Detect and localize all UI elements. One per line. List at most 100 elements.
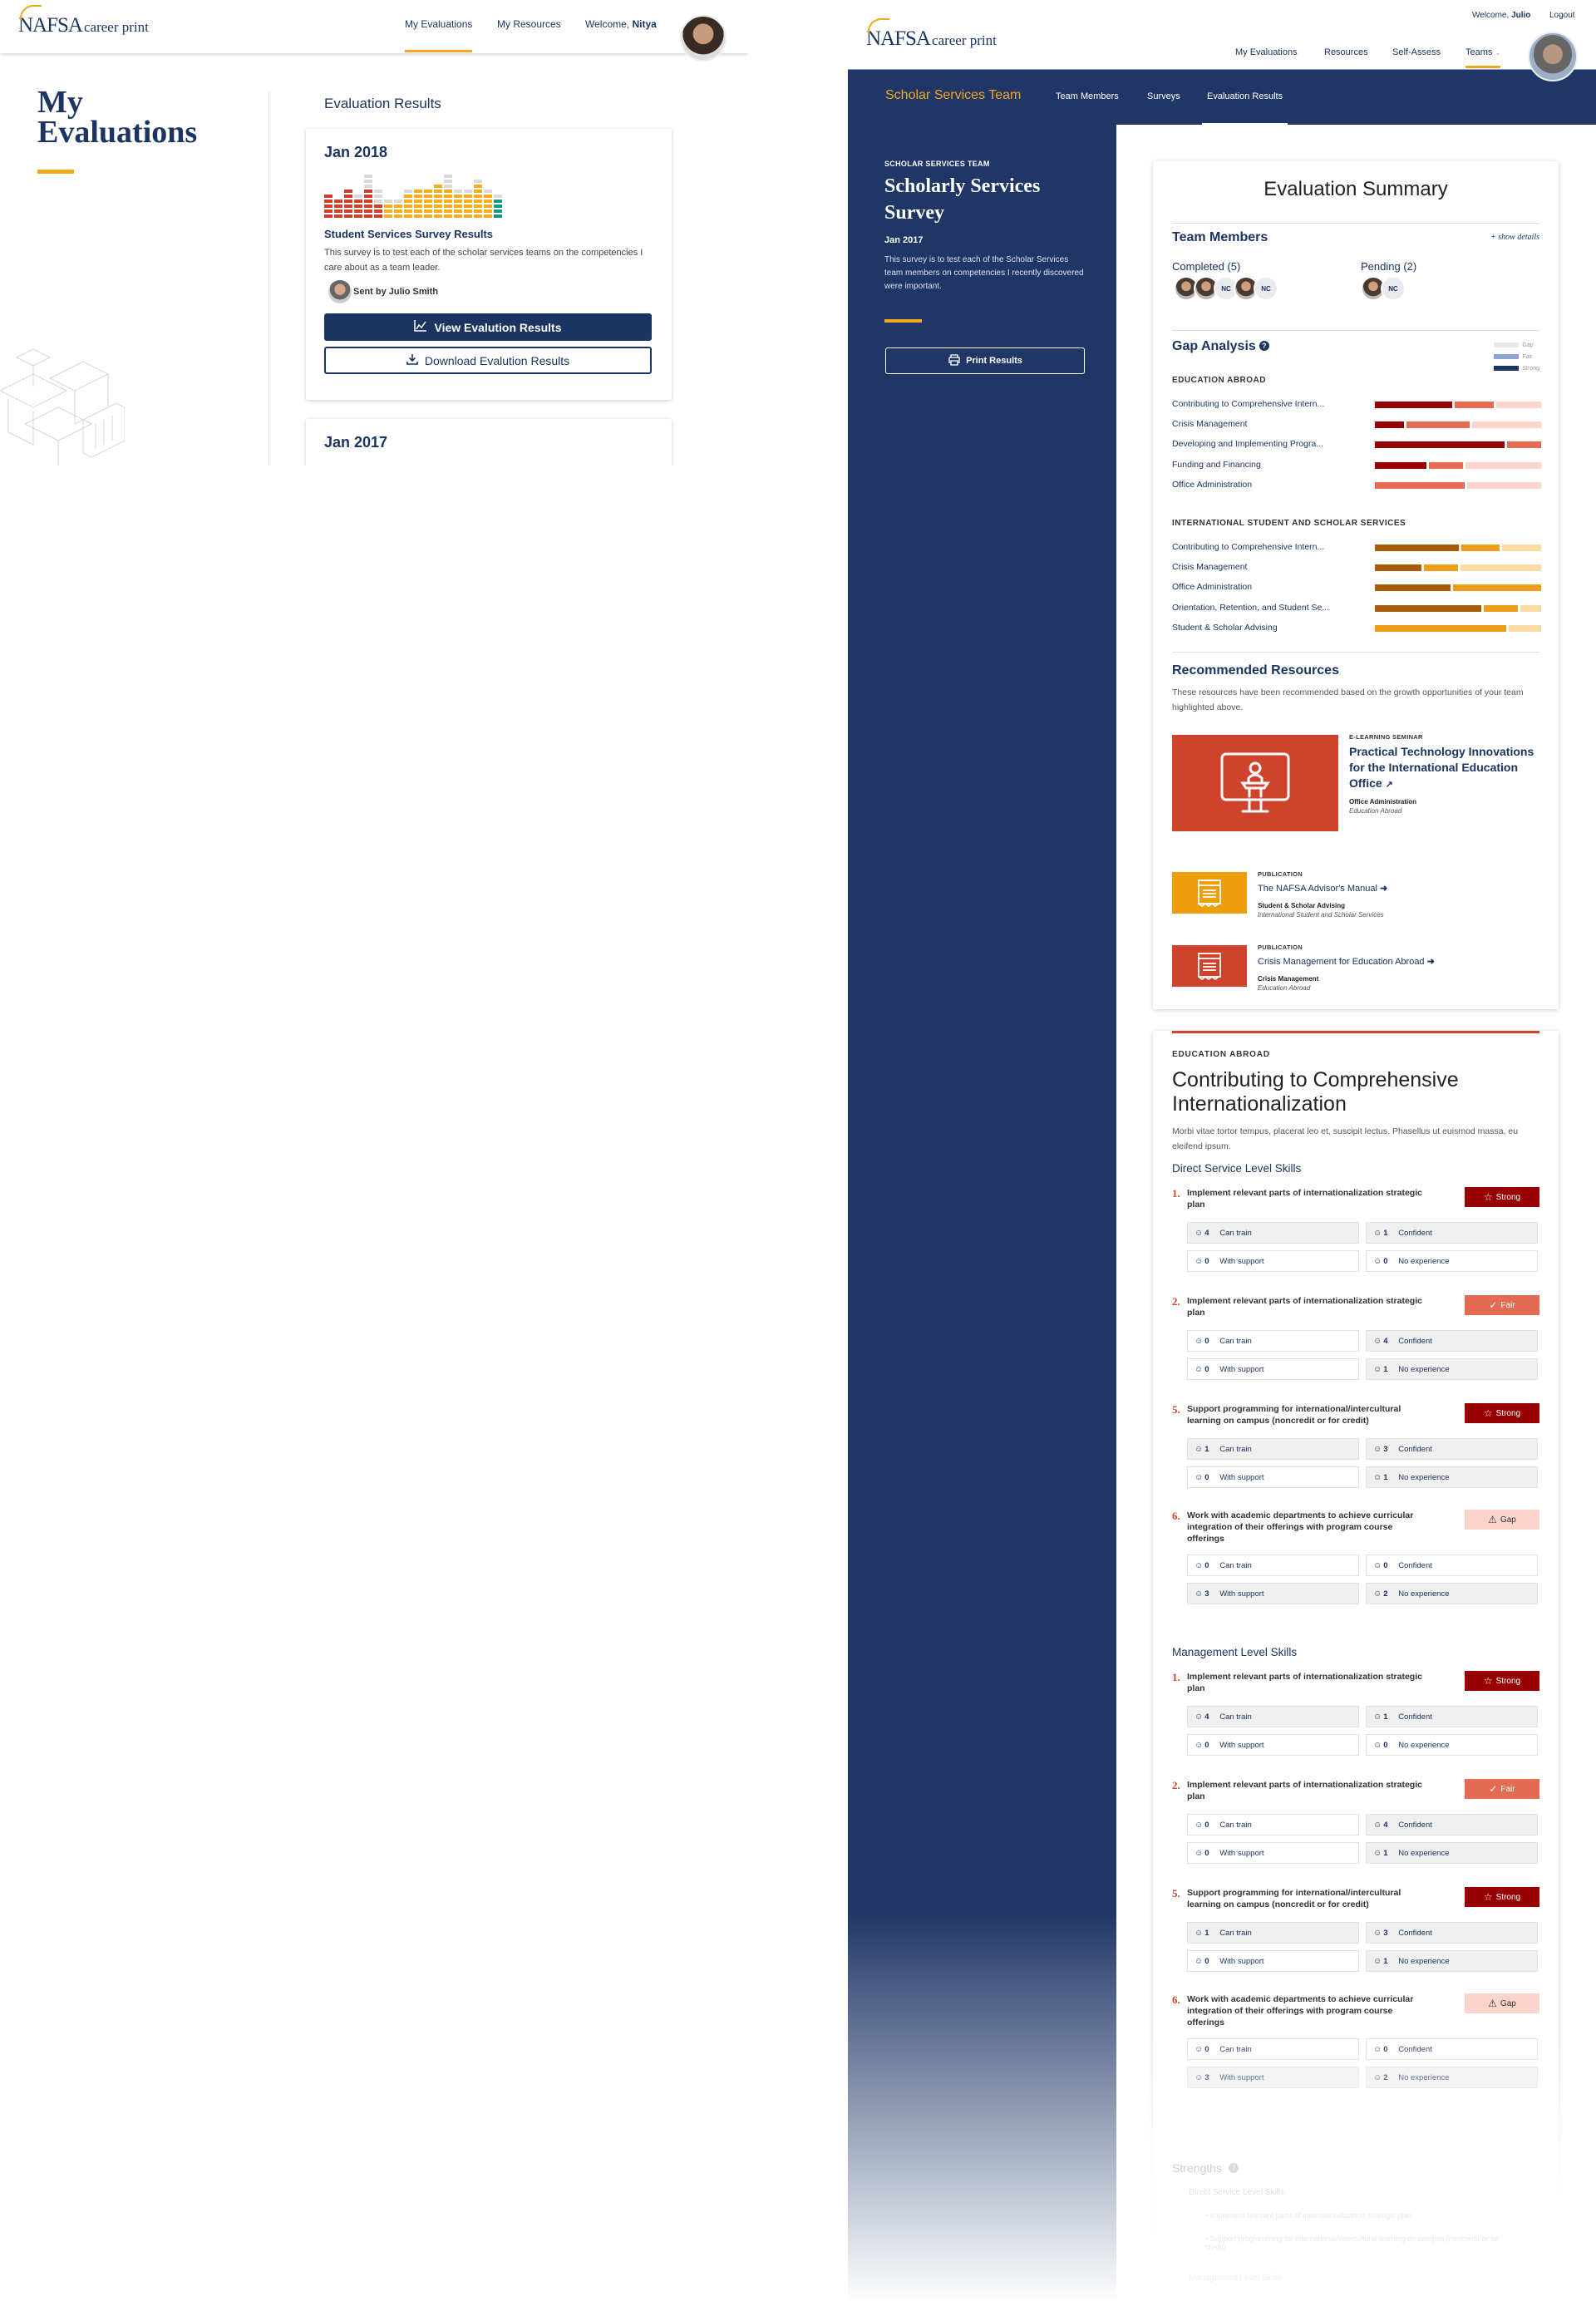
person-icon: ☺: [1195, 1956, 1204, 1966]
response-count-can-train: ☺ 0 Can train: [1187, 1814, 1359, 1835]
response-count-with-support: ☺ 0 With support: [1187, 1358, 1359, 1380]
skill-level-title: Management Level Skills: [1172, 1646, 1298, 1658]
recommended-resources-heading: Recommended Resources: [1172, 663, 1339, 678]
gap-row[interactable]: Student & Scholar Advising: [1172, 623, 1541, 634]
chart-cell-empty: [374, 190, 382, 193]
response-count-with-support: ☺ 3 With support: [1187, 1583, 1359, 1604]
person-icon: ☺: [1373, 1336, 1382, 1346]
resource-title-link[interactable]: Crisis Management for Education Abroad ➜: [1258, 954, 1538, 970]
user-avatar[interactable]: [680, 15, 727, 62]
gap-bar-strong: [1375, 461, 1427, 469]
chart-column: [414, 190, 422, 218]
count-value: 1: [1383, 1956, 1388, 1966]
nav-resources[interactable]: Resources: [1324, 47, 1368, 57]
logout-link[interactable]: Logout: [1549, 11, 1575, 20]
nav-self-assess[interactable]: Self-Assess: [1392, 47, 1441, 57]
chart-cell-filled: [494, 214, 502, 218]
count-label: Confident: [1398, 2044, 1432, 2054]
legend-label: Fair: [1522, 353, 1533, 360]
chart-cell-filled: [434, 195, 442, 198]
chart-cell-filled: [414, 200, 422, 203]
nav-my-evaluations[interactable]: My Evaluations: [1235, 47, 1298, 57]
resource-item[interactable]: E-LEARNING SEMINAR Practical Technology I…: [1172, 733, 1538, 848]
count-label: With support: [1219, 1472, 1264, 1482]
chart-cell-filled: [474, 185, 482, 188]
person-icon: ☺: [1195, 1712, 1204, 1722]
chart-cell-filled: [374, 214, 382, 218]
person-icon: ☺: [1195, 1820, 1204, 1830]
gap-row[interactable]: Office Administration: [1172, 582, 1541, 594]
chart-column: [444, 175, 452, 218]
team-name[interactable]: Scholar Services Team: [885, 88, 1021, 103]
nav-teams[interactable]: Teams ⌄: [1465, 47, 1501, 68]
strengths-subheading: Direct Service Level Skills: [1189, 2188, 1285, 2197]
person-icon: ☺: [1373, 2072, 1382, 2082]
help-icon[interactable]: ?: [1259, 341, 1269, 351]
gap-row[interactable]: Contributing to Comprehensive Intern...: [1172, 542, 1541, 554]
user-avatar[interactable]: [1528, 32, 1578, 81]
chart-cell-filled: [434, 209, 442, 213]
document-icon[interactable]: [1172, 872, 1247, 914]
survey-title[interactable]: Student Services Survey Results: [324, 228, 653, 240]
gap-bar-gap: [1471, 421, 1541, 429]
rating-badge: ☆ Strong: [1465, 1403, 1539, 1423]
gap-row[interactable]: Funding and Financing: [1172, 460, 1541, 471]
evaluation-results-screen: NAFSA career print Welcome, Julio Logout…: [848, 0, 1596, 2306]
gap-row[interactable]: Crisis Management: [1172, 419, 1541, 431]
gap-bar-gap: [1495, 402, 1541, 408]
help-icon[interactable]: ?: [1228, 2163, 1239, 2173]
nav-my-evaluations[interactable]: My Evaluations: [405, 18, 473, 52]
chart-cell-filled: [474, 214, 482, 218]
nafsa-logo[interactable]: NAFSA career print: [866, 18, 997, 49]
gap-row[interactable]: Contributing to Comprehensive Intern...: [1172, 399, 1541, 411]
person-icon: ☺: [1373, 1712, 1382, 1722]
gap-row[interactable]: Crisis Management: [1172, 562, 1541, 574]
chart-cell-empty: [394, 200, 402, 203]
count-value: 1: [1204, 1928, 1209, 1938]
resource-title-link[interactable]: Practical Technology Innovations for the…: [1349, 744, 1538, 793]
survey-date: Jan 2017: [884, 235, 924, 245]
view-results-button[interactable]: View Evalution Results: [324, 313, 652, 341]
nav-my-resources[interactable]: My Resources: [497, 18, 561, 30]
presenter-icon[interactable]: [1172, 735, 1338, 831]
count-label: Can train: [1219, 1712, 1252, 1722]
chart-cell-empty: [354, 195, 362, 198]
chart-cell-filled: [324, 214, 332, 218]
resource-title-link[interactable]: The NAFSA Advisor's Manual ➜: [1258, 881, 1538, 897]
download-results-button[interactable]: Download Evalution Results: [324, 347, 652, 374]
document-icon[interactable]: [1172, 945, 1247, 987]
member-initials-avatar[interactable]: NC: [1381, 276, 1406, 301]
chart-cell-filled: [454, 204, 462, 208]
resource-item[interactable]: PUBLICATION The NAFSA Advisor's Manual ➜ S…: [1172, 870, 1538, 930]
tab-surveys[interactable]: Surveys: [1147, 91, 1180, 101]
count-label: Confident: [1398, 1444, 1432, 1454]
warning-icon: ⚠: [1488, 1514, 1497, 1525]
chart-cell-filled: [364, 190, 372, 193]
gap-row[interactable]: Office Administration: [1172, 480, 1541, 491]
chart-cell-filled: [364, 214, 372, 218]
survey-sidebar: SCHOLAR SERVICES TEAM Scholarly Services…: [848, 125, 1116, 2306]
gap-row[interactable]: Developing and Implementing Progra...: [1172, 439, 1541, 451]
gap-row[interactable]: Orientation, Retention, and Student Se..…: [1172, 603, 1541, 614]
summary-title: Evaluation Summary: [1264, 178, 1448, 200]
member-initials-avatar[interactable]: NC: [1254, 276, 1278, 301]
person-icon: ☺: [1195, 1444, 1204, 1454]
nafsa-logo[interactable]: NAFSA career print: [18, 5, 149, 36]
gap-category: INTERNATIONAL STUDENT AND SCHOLAR SERVIC…: [1172, 519, 1406, 528]
rating-label: Fair: [1500, 1300, 1515, 1310]
show-details-link[interactable]: + show details: [1490, 233, 1539, 242]
tab-evaluation-results[interactable]: Evaluation Results: [1201, 91, 1288, 126]
resource-item[interactable]: PUBLICATION Crisis Management for Educati…: [1172, 944, 1538, 1003]
chart-cell-empty: [404, 190, 412, 193]
count-value: 0: [1204, 2044, 1209, 2054]
count-label: Confident: [1398, 1928, 1432, 1938]
chart-column: [484, 190, 492, 218]
response-counts: ☺ 1 Can train ☺ 3 Confident ☺ 0 With support ☺ 1 No…: [1187, 1438, 1539, 1488]
print-results-button[interactable]: Print Results: [885, 347, 1085, 374]
page-title: My Evaluations: [37, 86, 197, 148]
chart-cell-filled: [414, 195, 422, 198]
chart-cell-empty: [444, 175, 452, 178]
tab-team-members[interactable]: Team Members: [1056, 91, 1119, 101]
skill-number: 6.: [1172, 1510, 1180, 1522]
person-icon: ☺: [1195, 1928, 1204, 1938]
